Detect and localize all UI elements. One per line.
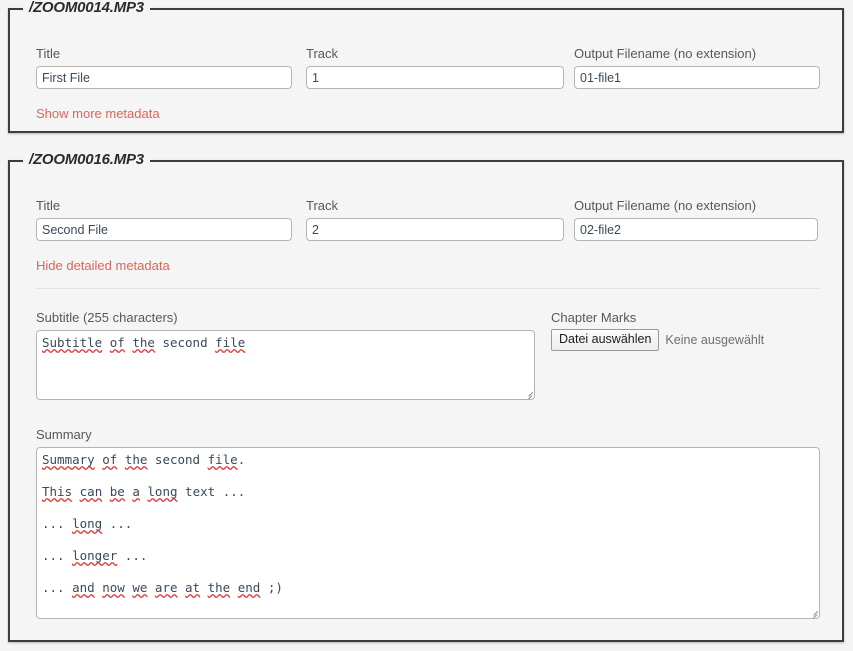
title-field-group: Title: [36, 198, 292, 241]
chapter-marks-file-status: Keine ausgewählt: [665, 332, 765, 347]
output-filename-field-group: Output Filename (no extension): [574, 46, 820, 89]
metadata-separator: [36, 288, 820, 289]
metadata-editor-page: /ZOOM0014.MP3 Title Track Output Filenam…: [0, 0, 853, 651]
resize-grip-icon[interactable]: [522, 387, 533, 399]
track-input[interactable]: [306, 218, 564, 241]
subtitle-label: Subtitle (255 characters): [36, 310, 178, 325]
track-field-group: Track: [306, 46, 564, 89]
track-field-group: Track: [306, 198, 564, 241]
show-more-metadata-link[interactable]: Show more metadata: [36, 106, 160, 121]
resize-grip-icon[interactable]: [807, 606, 818, 618]
track-label: Track: [306, 46, 339, 61]
output-filename-field-group: Output Filename (no extension): [574, 198, 818, 241]
file-panel-zoom0014: /ZOOM0014.MP3 Title Track Output Filenam…: [8, 0, 844, 133]
title-field-group: Title: [36, 46, 292, 89]
file-panel-legend: /ZOOM0016.MP3: [23, 151, 150, 168]
hide-detailed-metadata-link[interactable]: Hide detailed metadata: [36, 258, 170, 273]
choose-file-button[interactable]: Datei auswählen: [551, 329, 660, 351]
output-filename-input[interactable]: [574, 66, 820, 89]
title-input[interactable]: [36, 218, 292, 241]
output-filename-label: Output Filename (no extension): [574, 46, 757, 61]
summary-textarea[interactable]: Summary of the second file. This can be a…: [36, 447, 820, 619]
chapter-marks-file-input[interactable]: Datei auswählen Keine ausgewählt: [551, 329, 764, 351]
file-panel-legend: /ZOOM0014.MP3: [23, 0, 150, 16]
title-input[interactable]: [36, 66, 292, 89]
file-field-row: Title Track Output Filename (no extensio…: [10, 198, 842, 248]
chapter-marks-label: Chapter Marks: [551, 310, 637, 325]
file-field-row: Title Track Output Filename (no extensio…: [10, 46, 842, 96]
subtitle-textarea[interactable]: Subtitle of the second file: [36, 330, 535, 400]
track-input[interactable]: [306, 66, 564, 89]
output-filename-label: Output Filename (no extension): [574, 198, 757, 213]
title-label: Title: [36, 46, 61, 61]
summary-label: Summary: [36, 427, 92, 442]
file-panel-zoom0016: /ZOOM0016.MP3 Title Track Output Filenam…: [8, 151, 844, 642]
output-filename-input[interactable]: [574, 218, 818, 241]
track-label: Track: [306, 198, 339, 213]
title-label: Title: [36, 198, 61, 213]
